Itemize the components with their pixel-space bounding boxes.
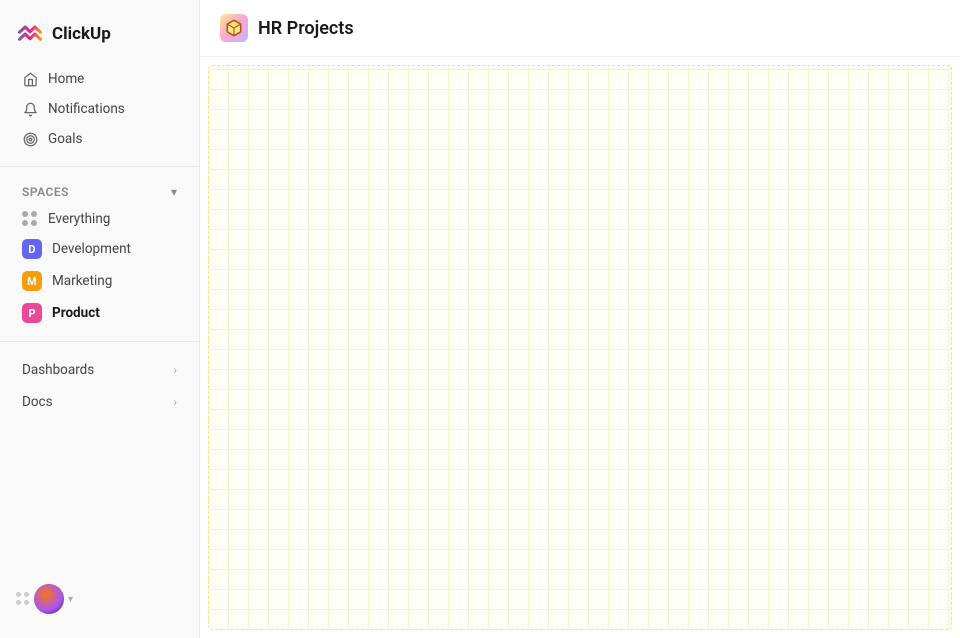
home-icon bbox=[22, 71, 38, 87]
marketing-avatar: M bbox=[22, 271, 42, 291]
main-header: HR Projects bbox=[200, 0, 960, 57]
development-avatar: D bbox=[22, 239, 42, 259]
sidebar: ClickUp Home Notifications Go bbox=[0, 0, 200, 638]
spaces-label: Spaces bbox=[22, 185, 69, 199]
main-content-area: HR Projects bbox=[200, 0, 960, 638]
page-icon bbox=[220, 14, 248, 42]
product-avatar: P bbox=[22, 303, 42, 323]
bell-icon bbox=[22, 101, 38, 117]
main-dotted-canvas bbox=[208, 65, 952, 630]
space-development-label: Development bbox=[52, 241, 131, 257]
box-icon bbox=[225, 19, 243, 37]
divider-2 bbox=[0, 341, 199, 342]
goals-icon bbox=[22, 131, 38, 147]
page-title: HR Projects bbox=[258, 18, 354, 39]
docs-label: Docs bbox=[22, 394, 53, 410]
space-everything-label: Everything bbox=[48, 211, 110, 227]
avatar-group: ▾ bbox=[16, 584, 73, 614]
spaces-chevron-icon: ▾ bbox=[171, 185, 177, 199]
nav-goals-label: Goals bbox=[48, 131, 83, 147]
space-product[interactable]: P Product bbox=[6, 297, 193, 329]
space-marketing-label: Marketing bbox=[52, 273, 112, 289]
nav-home[interactable]: Home bbox=[6, 64, 193, 94]
sidebar-bottom[interactable]: ▾ bbox=[0, 572, 199, 626]
section-docs[interactable]: Docs › bbox=[6, 386, 193, 418]
space-marketing[interactable]: M Marketing bbox=[6, 265, 193, 297]
nav-divider bbox=[0, 166, 199, 167]
spaces-header[interactable]: Spaces ▾ bbox=[6, 179, 193, 205]
nav-notifications-label: Notifications bbox=[48, 101, 125, 117]
user-chevron-icon: ▾ bbox=[68, 594, 73, 605]
clickup-logo-icon bbox=[16, 20, 44, 48]
logo-text: ClickUp bbox=[52, 24, 111, 44]
section-dashboards[interactable]: Dashboards › bbox=[6, 354, 193, 386]
status-dots-icon bbox=[16, 592, 30, 606]
nav-goals[interactable]: Goals bbox=[6, 124, 193, 154]
user-avatar[interactable] bbox=[34, 584, 64, 614]
dashboards-chevron-icon: › bbox=[173, 363, 177, 377]
nav-notifications[interactable]: Notifications bbox=[6, 94, 193, 124]
dashboards-label: Dashboards bbox=[22, 362, 94, 378]
space-everything[interactable]: Everything bbox=[6, 205, 193, 233]
everything-icon bbox=[22, 211, 38, 227]
nav-home-label: Home bbox=[48, 71, 84, 87]
logo-area[interactable]: ClickUp bbox=[0, 12, 199, 64]
space-development[interactable]: D Development bbox=[6, 233, 193, 265]
space-product-label: Product bbox=[52, 305, 100, 321]
docs-chevron-icon: › bbox=[173, 395, 177, 409]
